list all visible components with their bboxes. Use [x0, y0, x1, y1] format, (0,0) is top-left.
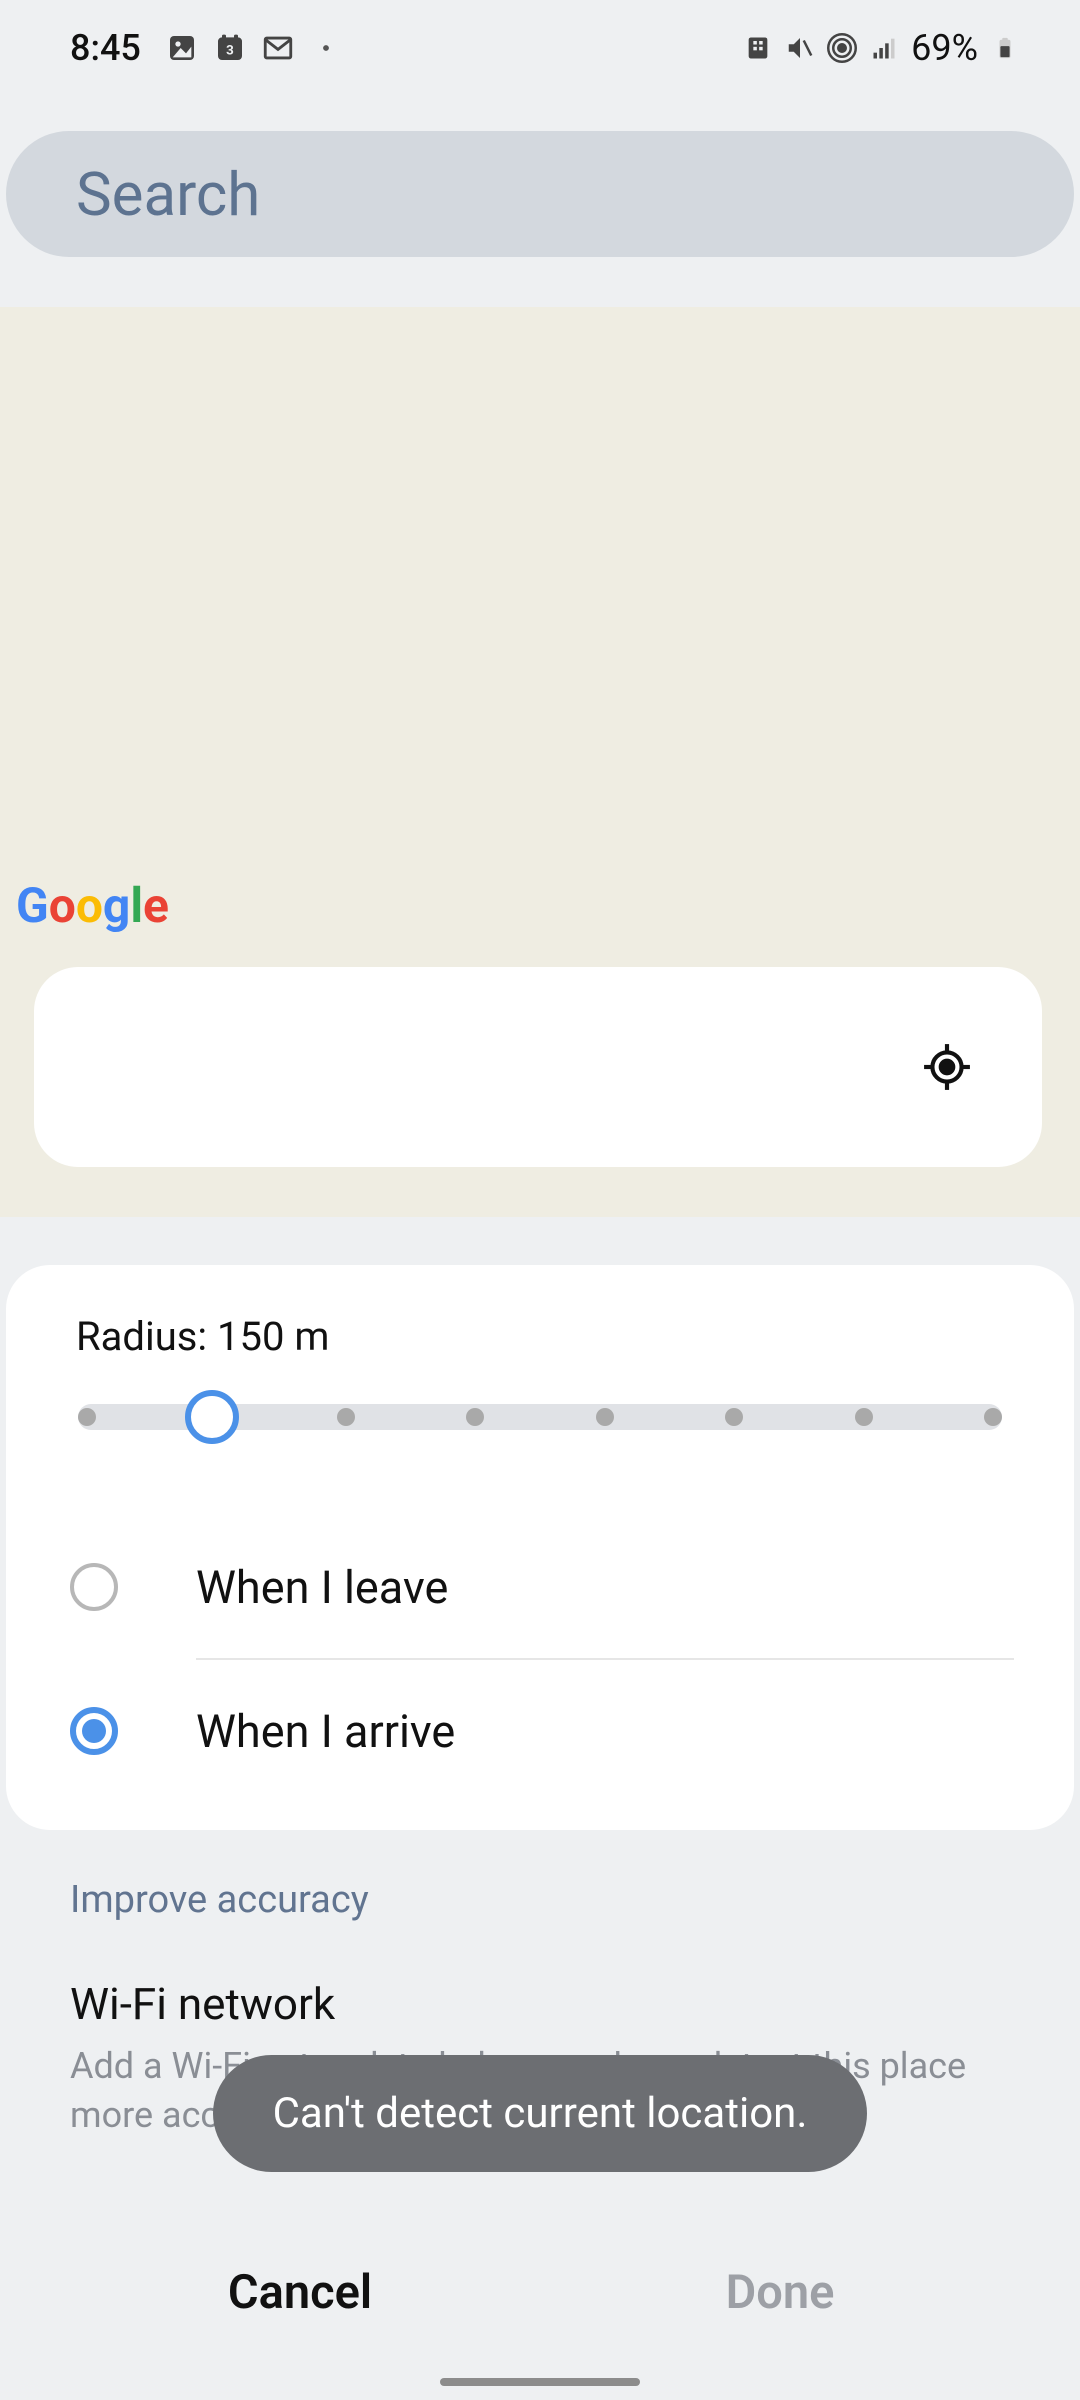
done-button[interactable]: Done — [540, 2265, 1020, 2320]
wifi-network-title[interactable]: Wi-Fi network — [70, 1978, 1010, 2030]
radius-slider[interactable] — [6, 1404, 1074, 1430]
search-bar[interactable] — [6, 131, 1074, 257]
svg-text:3: 3 — [226, 43, 234, 58]
my-location-button[interactable] — [922, 1042, 972, 1092]
radio-on-icon[interactable] — [70, 1707, 118, 1755]
cancel-button[interactable]: Cancel — [60, 2265, 540, 2320]
app-icon — [743, 33, 773, 63]
status-bar: 8:45 3 69% — [0, 0, 1080, 95]
improve-heading: Improve accuracy — [70, 1878, 1010, 1922]
status-right: 69% — [743, 27, 1020, 69]
status-time: 8:45 — [70, 27, 141, 69]
location-info-card — [34, 967, 1042, 1167]
radius-trigger-card: Radius: 150 m When I leave When I arrive — [6, 1265, 1074, 1830]
radio-off-icon[interactable] — [70, 1563, 118, 1611]
google-logo: Google — [16, 877, 169, 934]
calendar-icon: 3 — [213, 31, 247, 65]
bottom-button-row: Cancel Done — [60, 2265, 1020, 2320]
improve-accuracy-section: Improve accuracy Wi-Fi network Add a Wi-… — [0, 1830, 1080, 2139]
trigger-label: When I arrive — [196, 1705, 455, 1758]
trigger-label: When I leave — [196, 1561, 448, 1614]
map-area[interactable]: Google — [0, 307, 1080, 1217]
battery-text: 69% — [911, 27, 978, 69]
trigger-option-arrive[interactable]: When I arrive — [6, 1660, 1074, 1802]
search-input[interactable] — [76, 159, 1004, 230]
hotspot-icon — [827, 33, 857, 63]
battery-icon — [990, 33, 1020, 63]
signal-icon — [869, 33, 899, 63]
status-left: 8:45 3 — [70, 27, 343, 69]
wifi-network-subtitle: Add a Wi-Fi network to help your phone d… — [70, 2042, 1010, 2139]
gallery-icon — [165, 31, 199, 65]
radius-slider-thumb[interactable] — [185, 1390, 239, 1444]
nav-handle[interactable] — [440, 2378, 640, 2386]
mute-vibrate-icon — [785, 33, 815, 63]
trigger-option-leave[interactable]: When I leave — [6, 1516, 1074, 1658]
notification-dot-icon — [309, 31, 343, 65]
gmail-icon — [261, 31, 295, 65]
radius-label: Radius: 150 m — [6, 1313, 1074, 1360]
